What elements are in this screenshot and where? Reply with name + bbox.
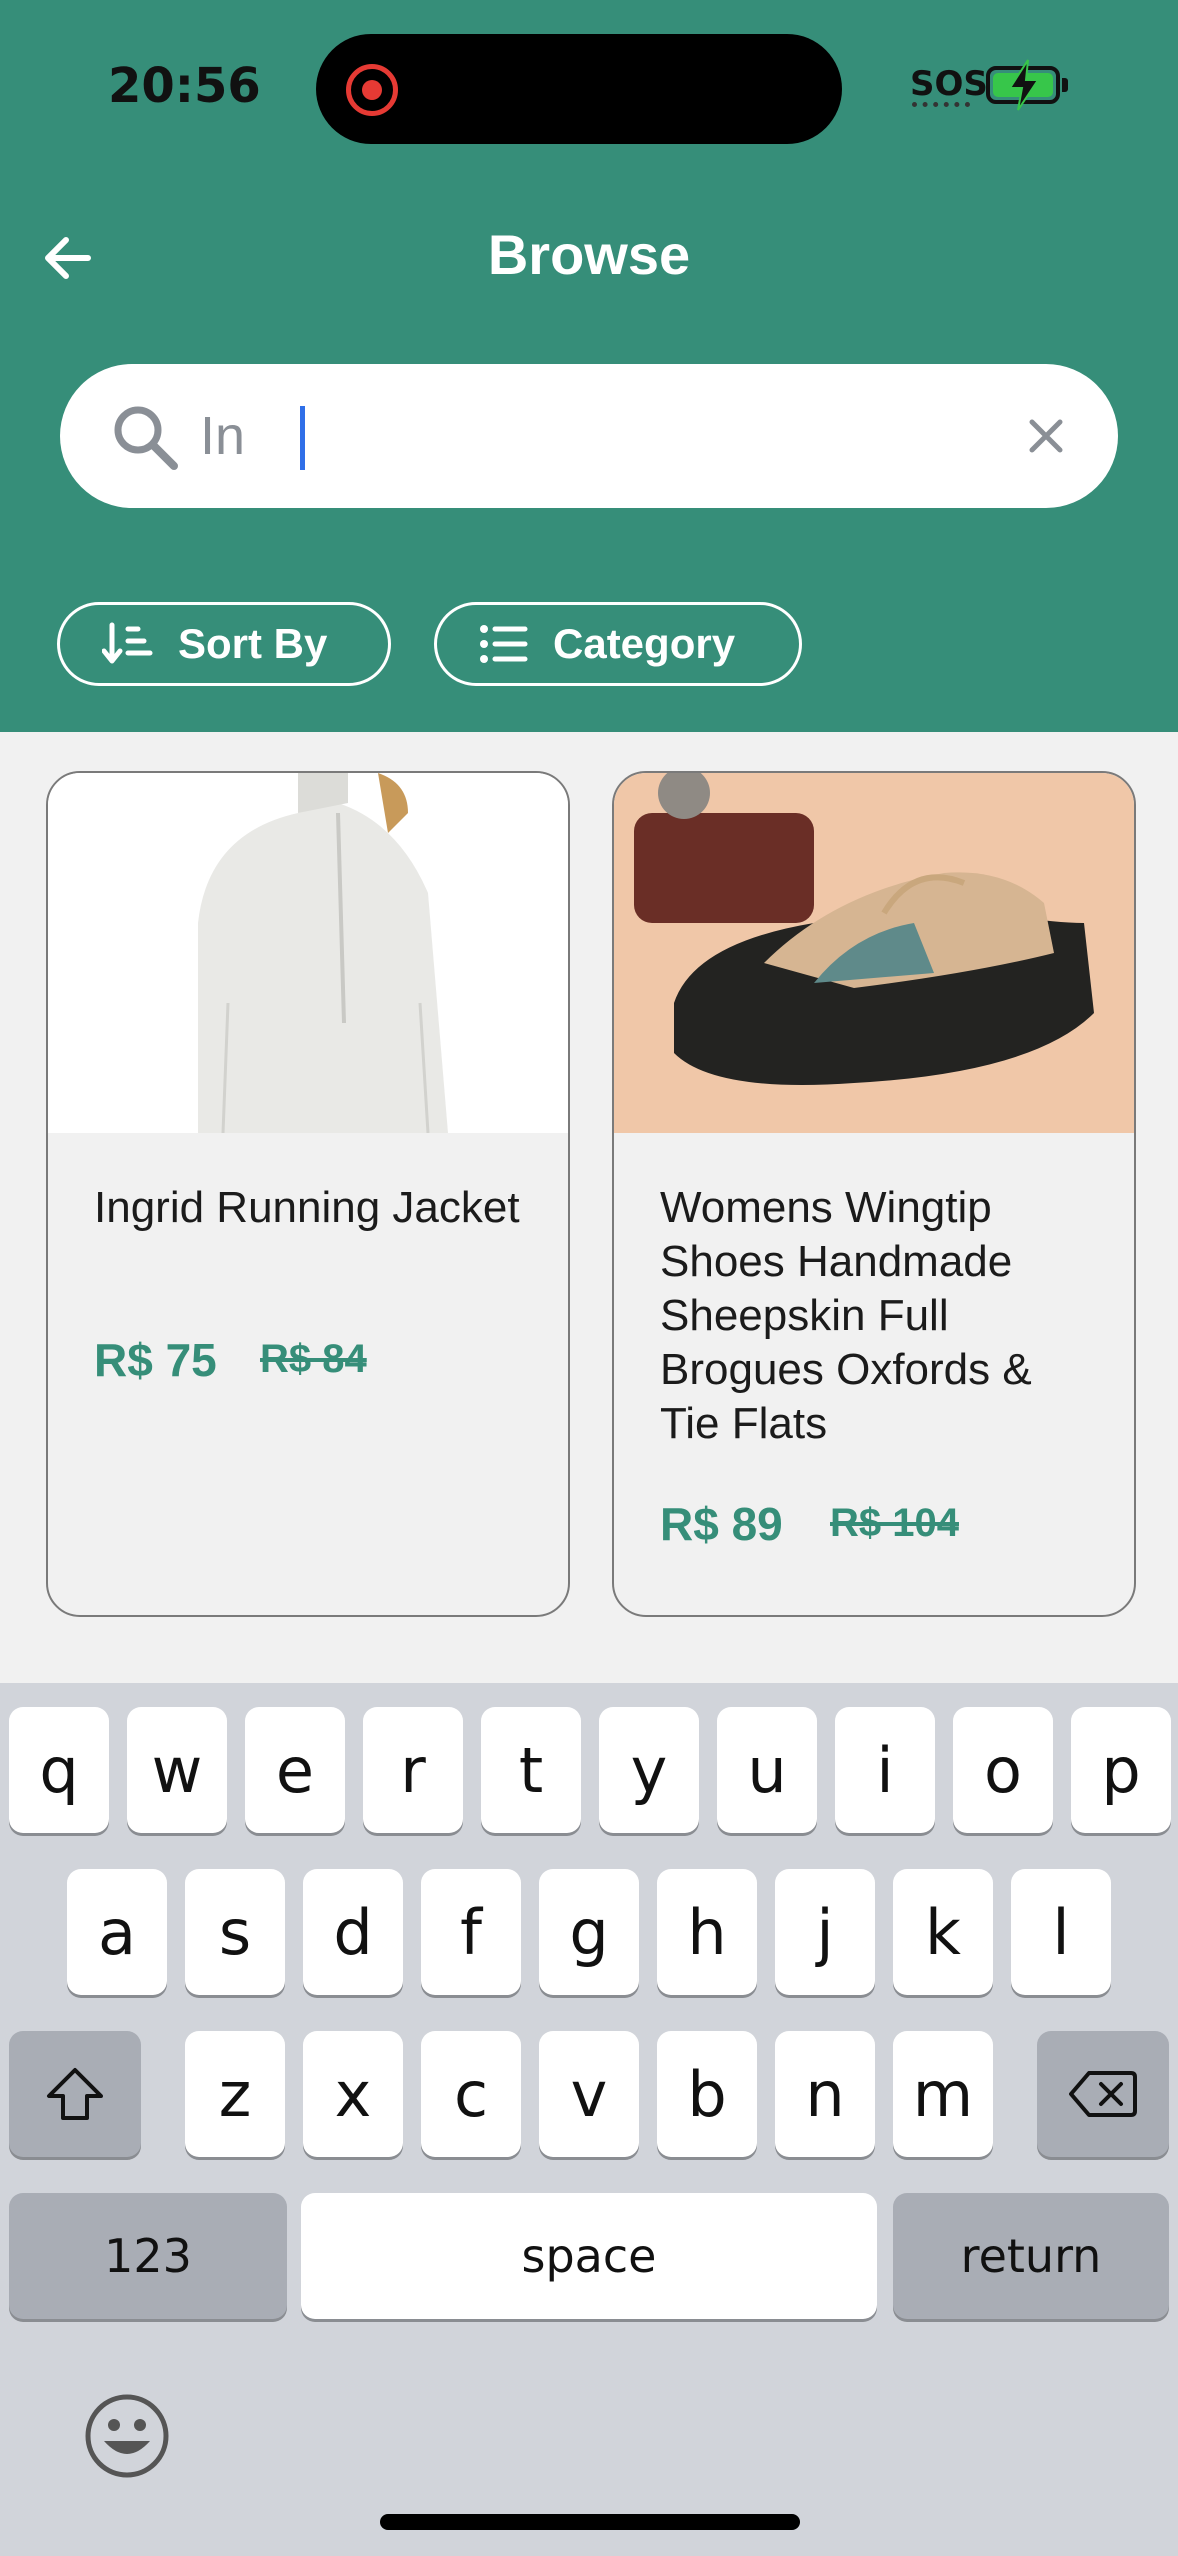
key-q[interactable]: q [9,1707,109,1833]
key-l[interactable]: l [1011,1869,1111,1995]
key-o[interactable]: o [953,1707,1053,1833]
recording-icon [346,64,398,116]
category-label: Category [553,620,736,667]
key-u[interactable]: u [717,1707,817,1833]
key-g[interactable]: g [539,1869,639,1995]
key-a[interactable]: a [67,1869,167,1995]
numbers-key[interactable]: 123 [9,2193,287,2319]
key-n[interactable]: n [775,2031,875,2157]
search-icon [114,406,178,470]
product-name: Ingrid Running Jacket [94,1183,520,1232]
product-price: R$ 75 [94,1334,217,1386]
key-z[interactable]: z [185,2031,285,2157]
sort-by-button[interactable]: Sort By [57,602,391,686]
return-key[interactable]: return [893,2193,1169,2319]
emoji-icon[interactable] [84,2393,170,2479]
product-name: Womens Wingtip Shoes Handmade Sheepskin … [660,1183,1032,1448]
dynamic-island [316,34,842,144]
category-button[interactable]: Category [434,602,802,686]
key-h[interactable]: h [657,1869,757,1995]
shift-key[interactable] [9,2031,141,2157]
key-m[interactable]: m [893,2031,993,2157]
list-icon [480,625,528,663]
key-v[interactable]: v [539,2031,639,2157]
product-price: R$ 89 [660,1498,783,1550]
key-w[interactable]: w [127,1707,227,1833]
charging-bolt-icon [1008,59,1040,111]
clear-search-icon[interactable] [1020,410,1072,462]
product-old-price: R$ 84 [260,1337,367,1381]
key-s[interactable]: s [185,1869,285,1995]
sos-indicator: SOS [910,64,988,104]
text-caret [300,406,305,470]
product-card[interactable]: Ingrid Running Jacket R$ 75 R$ 84 [46,771,570,1617]
backspace-icon [1069,2071,1137,2117]
backspace-key[interactable] [1037,2031,1169,2157]
key-j[interactable]: j [775,1869,875,1995]
key-p[interactable]: p [1071,1707,1171,1833]
key-x[interactable]: x [303,2031,403,2157]
product-image-shoes [614,773,1134,1133]
shift-arrow-icon [47,2068,103,2120]
page-title: Browse [487,223,691,286]
key-f[interactable]: f [421,1869,521,1995]
key-i[interactable]: i [835,1707,935,1833]
status-time: 20:56 [108,58,261,114]
key-t[interactable]: t [481,1707,581,1833]
signal-dots [912,102,970,107]
key-c[interactable]: c [421,2031,521,2157]
sort-by-label: Sort By [178,620,328,667]
key-d[interactable]: d [303,1869,403,1995]
sort-icon [102,622,153,664]
product-card[interactable]: Womens Wingtip Shoes Handmade Sheepskin … [612,771,1136,1617]
header: 20:56 SOS Browse Sort By Category [0,0,1178,732]
product-old-price: R$ 104 [830,1501,959,1545]
key-r[interactable]: r [363,1707,463,1833]
product-image-jacket [48,773,568,1133]
key-k[interactable]: k [893,1869,993,1995]
key-b[interactable]: b [657,2031,757,2157]
search-input[interactable] [200,400,1020,472]
space-key[interactable]: space [301,2193,877,2319]
key-e[interactable]: e [245,1707,345,1833]
search-bar[interactable] [60,364,1118,508]
home-indicator [380,2514,800,2530]
key-y[interactable]: y [599,1707,699,1833]
